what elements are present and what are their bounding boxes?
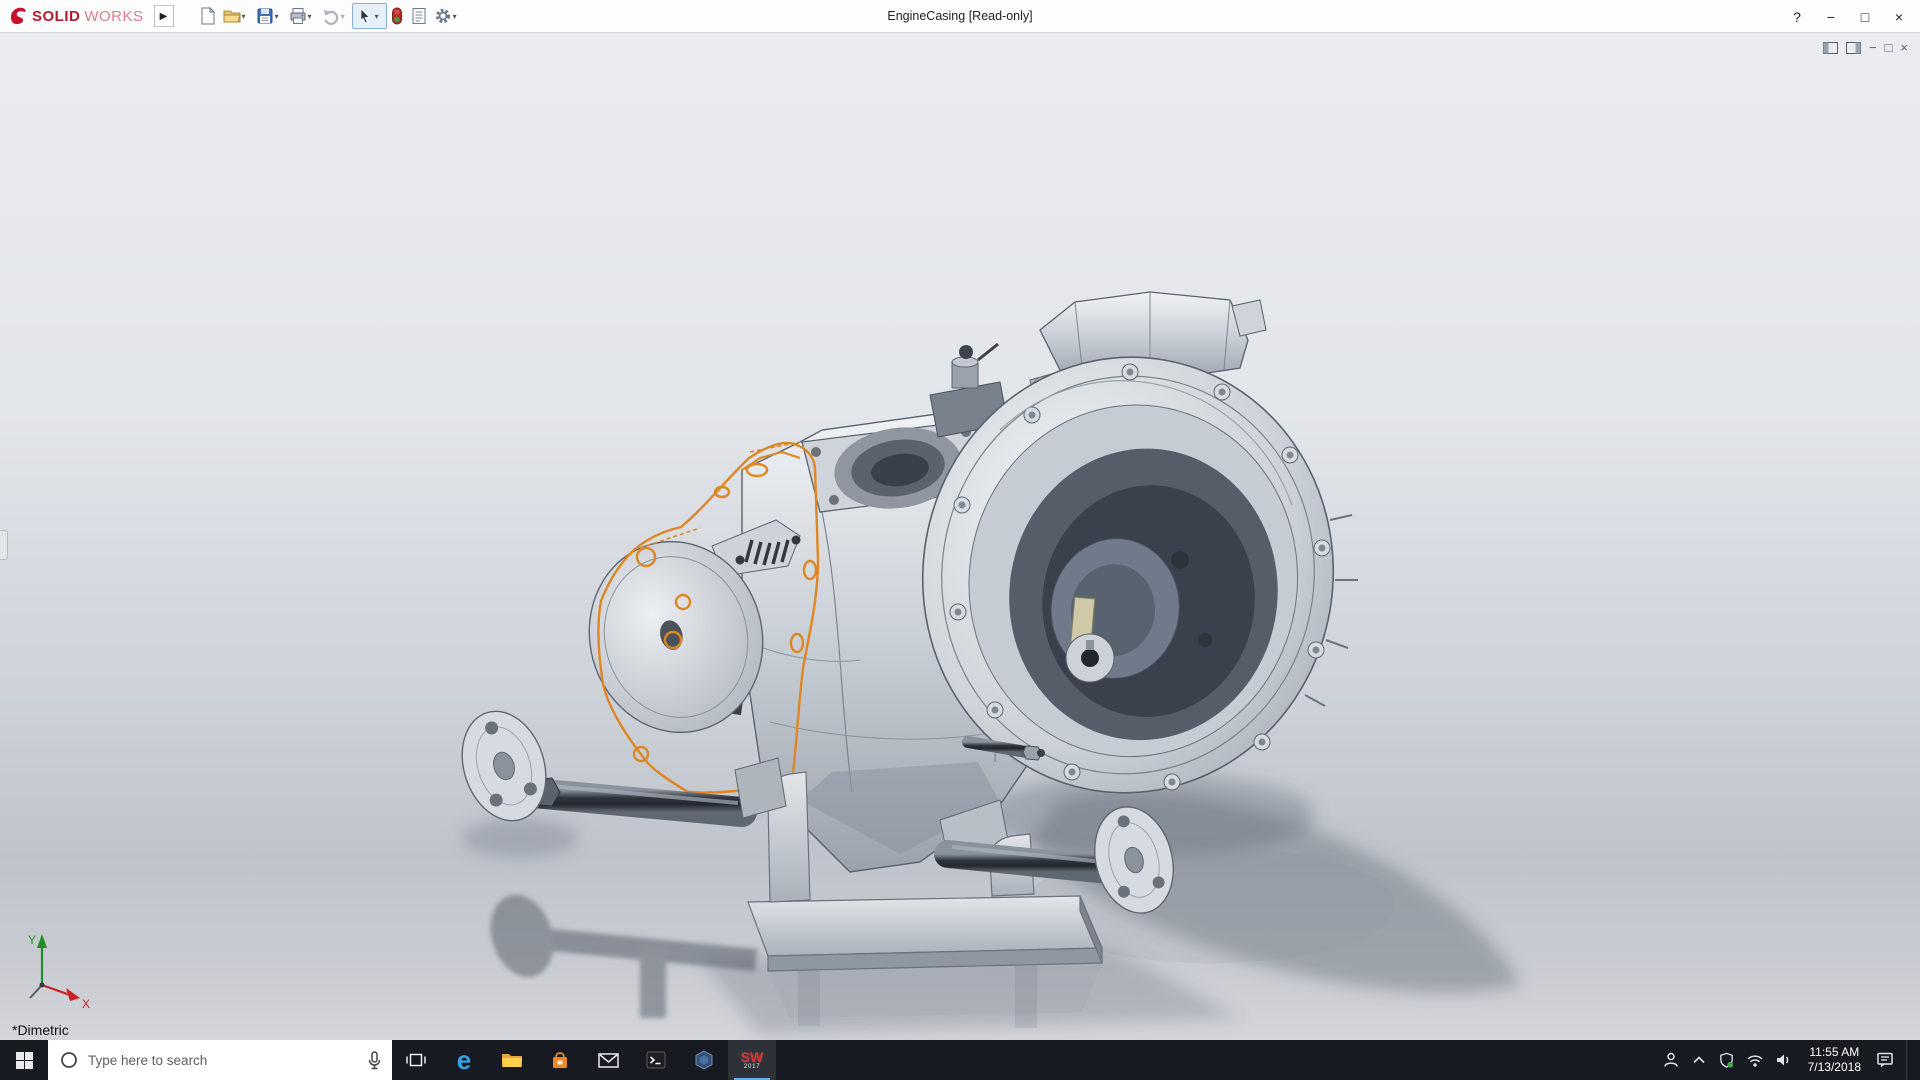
options-gear-icon bbox=[435, 8, 450, 24]
store-icon bbox=[553, 1052, 567, 1068]
titlebar: SOLID WORKS ▶ ▾ ▾ ▾ ▾ ▾ ▾ EngineCasing [… bbox=[0, 0, 1920, 33]
taskbar-apps: e SW 2017 bbox=[392, 1040, 776, 1080]
brand-works: WORKS bbox=[84, 7, 144, 25]
new-document-button[interactable] bbox=[196, 3, 220, 29]
document-window-controls: − □ × bbox=[1822, 41, 1908, 55]
ds-logo-icon bbox=[10, 7, 26, 25]
options-button[interactable]: ▾ bbox=[431, 3, 464, 29]
volume-icon[interactable] bbox=[1775, 1052, 1793, 1068]
windows-logo-icon bbox=[15, 1051, 33, 1069]
rebuild-button[interactable] bbox=[387, 3, 407, 29]
terminal-icon bbox=[646, 1051, 666, 1069]
menu-flyout-button[interactable]: ▶ bbox=[153, 5, 174, 27]
mail-icon bbox=[597, 1052, 619, 1068]
print-button[interactable]: ▾ bbox=[286, 3, 319, 29]
file-properties-icon bbox=[412, 8, 426, 24]
hexagon-app-icon bbox=[695, 1050, 713, 1070]
flyout-arrow-icon: ▶ bbox=[159, 10, 168, 22]
viewport-canvas[interactable]: Y X bbox=[0, 33, 1920, 1040]
stand-base-part[interactable] bbox=[747, 895, 1103, 972]
chevron-up-icon[interactable] bbox=[1691, 1053, 1707, 1067]
open-dropdown-caret[interactable]: ▾ bbox=[241, 12, 250, 21]
help-button[interactable]: ? bbox=[1780, 9, 1814, 25]
rebuild-icon bbox=[391, 7, 402, 25]
undo-icon bbox=[323, 9, 338, 25]
search-input[interactable] bbox=[88, 1052, 367, 1068]
featuremanager-pane-left-button[interactable] bbox=[1822, 42, 1838, 54]
new-document-icon bbox=[201, 7, 215, 25]
doc-close-button[interactable]: × bbox=[1900, 41, 1908, 55]
print-icon bbox=[290, 8, 306, 24]
open-folder-icon bbox=[223, 10, 241, 23]
file-explorer-icon bbox=[502, 1054, 522, 1067]
maximize-button[interactable]: □ bbox=[1848, 9, 1882, 25]
options-dropdown-caret[interactable]: ▾ bbox=[452, 12, 461, 21]
undo-dropdown-caret[interactable]: ▾ bbox=[340, 12, 349, 21]
select-tool-button[interactable]: ▾ bbox=[351, 3, 387, 29]
window-controls: ? − □ × bbox=[1780, 0, 1916, 33]
undo-button[interactable]: ▾ bbox=[319, 3, 352, 29]
people-icon[interactable] bbox=[1662, 1051, 1680, 1069]
triad-y-label: Y bbox=[28, 933, 36, 947]
save-icon bbox=[257, 8, 273, 24]
open-button[interactable]: ▾ bbox=[220, 3, 253, 29]
edge-icon: e bbox=[456, 1045, 472, 1075]
file-properties-button[interactable] bbox=[407, 3, 431, 29]
action-center-icon[interactable] bbox=[1876, 1051, 1895, 1069]
task-view-icon bbox=[406, 1053, 426, 1067]
triad-x-label: X bbox=[82, 997, 90, 1011]
taskbar: e bbox=[0, 1040, 1920, 1080]
orientation-triad: Y X bbox=[28, 933, 90, 1011]
print-dropdown-caret[interactable]: ▾ bbox=[307, 12, 316, 21]
select-dropdown-caret[interactable]: ▾ bbox=[374, 12, 383, 21]
security-shield-icon[interactable] bbox=[1718, 1052, 1735, 1069]
save-dropdown-caret[interactable]: ▾ bbox=[274, 12, 283, 21]
start-button[interactable] bbox=[0, 1040, 48, 1080]
clock-time: 11:55 AM bbox=[1809, 1045, 1860, 1059]
screen: SOLID WORKS ▶ ▾ ▾ ▾ ▾ ▾ ▾ EngineCasing [… bbox=[0, 0, 1920, 1080]
graphics-area[interactable]: − □ × Y X *Dimetric bbox=[0, 33, 1920, 1040]
taskbar-search[interactable] bbox=[48, 1040, 392, 1080]
doc-restore-button[interactable]: □ bbox=[1885, 41, 1893, 55]
view-orientation-label: *Dimetric bbox=[12, 1022, 69, 1038]
microphone-icon[interactable] bbox=[367, 1050, 382, 1070]
pane-right-icon bbox=[1845, 42, 1861, 54]
hexagon-app-button[interactable] bbox=[680, 1040, 728, 1080]
close-button[interactable]: × bbox=[1882, 9, 1916, 25]
mail-button[interactable] bbox=[584, 1040, 632, 1080]
doc-minimize-button[interactable]: − bbox=[1869, 41, 1877, 55]
save-button[interactable]: ▾ bbox=[253, 3, 286, 29]
cortana-icon bbox=[61, 1052, 77, 1068]
store-button[interactable] bbox=[536, 1040, 584, 1080]
task-view-button[interactable] bbox=[392, 1040, 440, 1080]
network-wifi-icon[interactable] bbox=[1746, 1052, 1764, 1068]
file-explorer-button[interactable] bbox=[488, 1040, 536, 1080]
solidworks-app-icon: SW 2017 bbox=[740, 1048, 764, 1070]
solidworks-taskbar-button[interactable]: SW 2017 bbox=[728, 1040, 776, 1080]
taskbar-clock[interactable]: 11:55 AM 7/13/2018 bbox=[1808, 1045, 1861, 1075]
minimize-button[interactable]: − bbox=[1814, 9, 1848, 25]
system-tray: 11:55 AM 7/13/2018 bbox=[1662, 1040, 1920, 1080]
terminal-button[interactable] bbox=[632, 1040, 680, 1080]
edge-button[interactable]: e bbox=[440, 1040, 488, 1080]
featuremanager-pane-right-button[interactable] bbox=[1845, 42, 1861, 54]
brand-solid: SOLID bbox=[32, 7, 81, 25]
pane-left-icon bbox=[1822, 42, 1838, 54]
show-desktop-button[interactable] bbox=[1906, 1040, 1912, 1080]
clock-date: 7/13/2018 bbox=[1807, 1060, 1861, 1074]
solidworks-logo: SOLID WORKS bbox=[0, 6, 154, 26]
document-title: EngineCasing [Read-only] bbox=[887, 9, 1033, 23]
select-arrow-icon bbox=[360, 8, 370, 24]
